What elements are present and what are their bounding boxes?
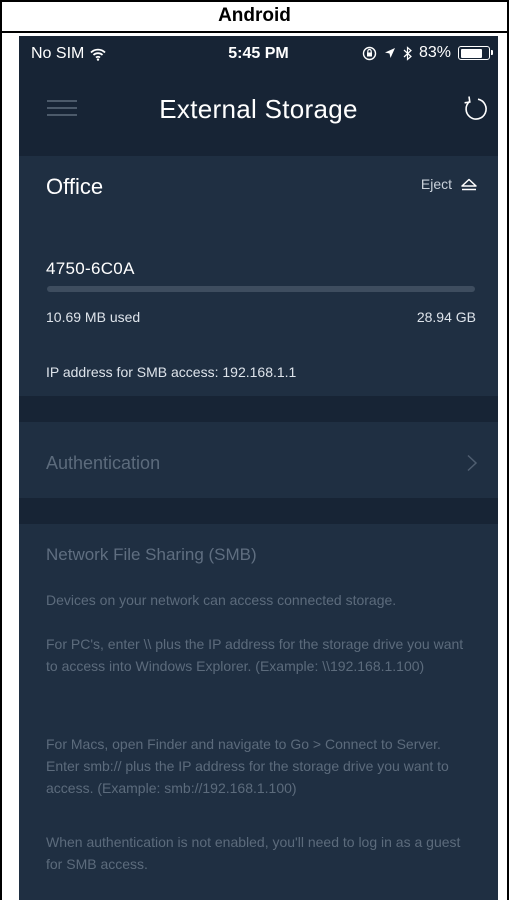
battery-percent: 83%: [418, 44, 451, 61]
page-title: External Storage: [159, 94, 358, 124]
status-right: 83%: [362, 44, 493, 62]
smb-ip-address: IP address for SMB access: 192.168.1.1: [46, 364, 297, 380]
rotation-lock-icon: [362, 46, 377, 60]
battery-fill: [460, 48, 483, 58]
phone-screen: No SIM 5:45 PM 83% External Storage Offi…: [19, 36, 498, 900]
storage-capacity: 28.94 GB: [416, 309, 476, 325]
drive-name: 4750-6C0A: [46, 259, 135, 278]
smb-paragraph-1: Devices on your network can access conne…: [46, 592, 397, 608]
eject-icon: [461, 178, 477, 190]
authentication-label: Authentication: [46, 453, 161, 473]
smb-paragraph-mac: For Macs, open Finder and navigate to Go…: [46, 736, 449, 796]
bluetooth-icon: [403, 45, 412, 61]
storage-used: 10.69 MB used: [46, 309, 141, 325]
battery-icon: [458, 46, 493, 60]
platform-caption: Android: [0, 0, 509, 33]
eject-label: Eject: [420, 176, 452, 192]
chevron-right-icon[interactable]: [466, 454, 478, 472]
storage-usage-bar: [47, 286, 475, 292]
smb-paragraph-pc: For PC's, enter \\ plus the IP address f…: [46, 636, 464, 674]
smb-section-title: Network File Sharing (SMB): [46, 545, 257, 564]
eject-button[interactable]: Eject: [421, 176, 478, 192]
location-arrow-icon: [384, 48, 395, 58]
storage-location-title: Office: [46, 174, 104, 199]
smb-paragraph-guest: When authentication is not enabled, you'…: [46, 834, 461, 872]
refresh-icon[interactable]: [460, 94, 490, 124]
status-bar: No SIM 5:45 PM 83%: [19, 36, 498, 76]
